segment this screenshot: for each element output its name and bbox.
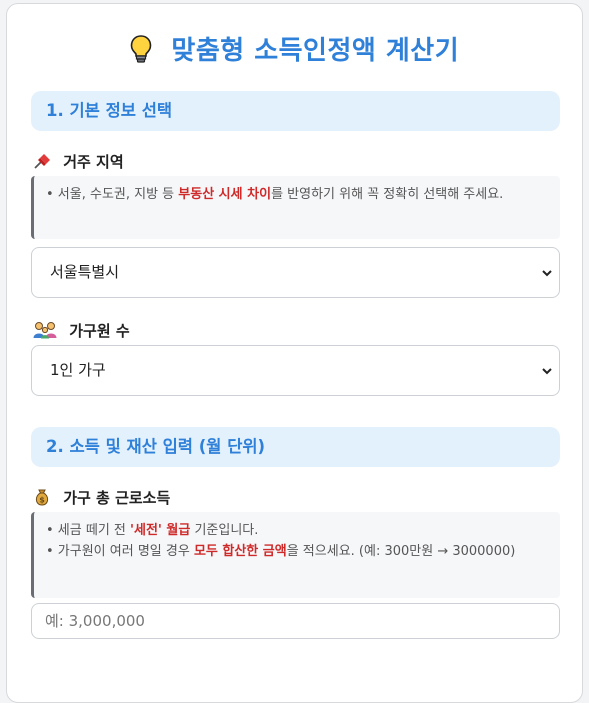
household-label: 가구원 수 <box>32 321 130 341</box>
chevron-down-icon <box>542 368 552 375</box>
page-title: 맞춤형 소득인정액 계산기 <box>7 30 582 67</box>
income-label: $ 가구 총 근로소득 <box>32 488 170 508</box>
region-hint: • 서울, 수도권, 지방 등 부동산 시세 차이를 반영하기 위해 꼭 정확히… <box>31 176 560 239</box>
chevron-down-icon <box>542 270 552 277</box>
household-select[interactable]: 1인 가구 <box>31 345 560 396</box>
region-select-value: 서울특별시 <box>50 263 120 281</box>
household-label-text: 가구원 수 <box>69 322 130 340</box>
income-input-placeholder: 예: 3,000,000 <box>45 612 145 630</box>
lightbulb-icon <box>130 35 152 63</box>
income-hint-line-1: • 세금 떼기 전 '세전' 월급 기준입니다. <box>46 523 259 538</box>
money-bag-icon: $ <box>35 489 49 506</box>
region-label-text: 거주 지역 <box>63 153 124 171</box>
page-title-text: 맞춤형 소득인정액 계산기 <box>171 36 460 66</box>
household-select-value: 1인 가구 <box>50 361 106 379</box>
family-icon <box>33 322 57 339</box>
income-hint: • 세금 떼기 전 '세전' 월급 기준입니다. • 가구원이 여러 명일 경우… <box>31 512 560 598</box>
income-label-text: 가구 총 근로소득 <box>63 489 171 507</box>
calculator-card: 맞춤형 소득인정액 계산기 1. 기본 정보 선택 거주 지역 • 서울, 수도… <box>6 3 583 703</box>
income-hint-line-2: • 가구원이 여러 명일 경우 모두 합산한 금액을 적으세요. (예: 300… <box>46 544 516 559</box>
region-label: 거주 지역 <box>32 152 124 172</box>
pushpin-icon <box>34 154 50 169</box>
region-select[interactable]: 서울특별시 <box>31 247 560 298</box>
income-input[interactable]: 예: 3,000,000 <box>31 603 560 639</box>
svg-text:$: $ <box>39 496 45 505</box>
section-header-income: 2. 소득 및 재산 입력 (월 단위) <box>31 427 560 467</box>
section-header-basic-info: 1. 기본 정보 선택 <box>31 91 560 131</box>
